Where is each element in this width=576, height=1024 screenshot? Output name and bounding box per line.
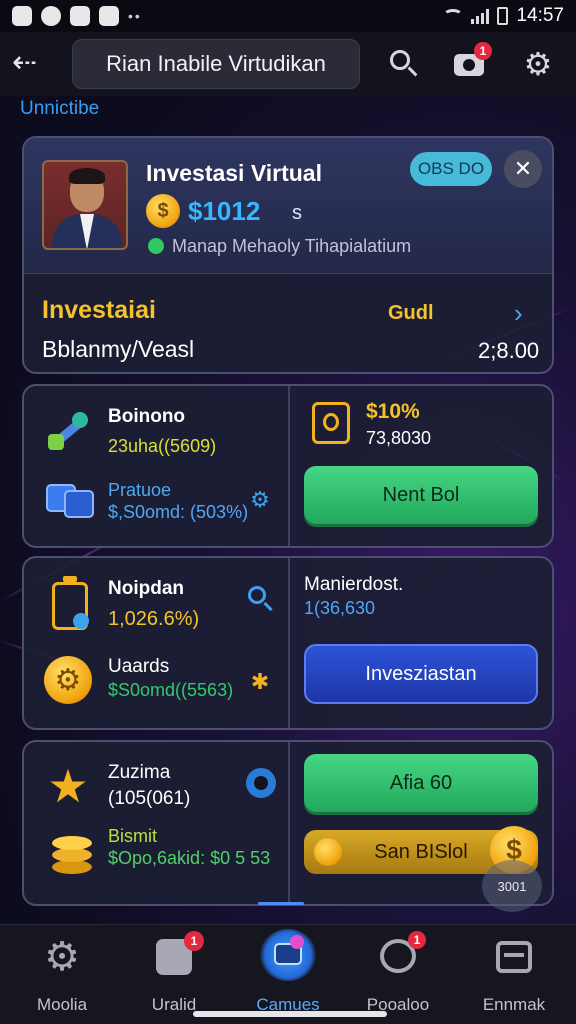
hero-line-left: Bblanmy/Veasl bbox=[42, 336, 195, 362]
row1-item1-label: Boinono bbox=[108, 406, 186, 427]
hero-header: Investasi Virtual $ $1012 s Manap Mehaol… bbox=[24, 138, 552, 274]
tools-icon bbox=[44, 408, 92, 454]
row2-item2-value: $S0omd((5563) bbox=[108, 680, 234, 700]
row2-item1-label: Noipdan bbox=[108, 578, 184, 599]
status-time: 14:57 bbox=[516, 5, 564, 26]
row1-right-value: 73,8030 bbox=[366, 428, 432, 448]
status-bar: •• 14:57 bbox=[0, 0, 576, 32]
hero-heading: Investaiai bbox=[42, 296, 156, 324]
row3-item1-label: Zuzima bbox=[108, 762, 171, 783]
nav-badge: 1 bbox=[408, 931, 426, 949]
coin-icon bbox=[314, 838, 342, 866]
hero-line-right: 2;8.00 bbox=[478, 338, 540, 363]
row1-item1-value: 23uha((5609) bbox=[108, 436, 217, 456]
row2-right-value: 1(36,630 bbox=[304, 598, 376, 618]
search-icon[interactable] bbox=[386, 46, 422, 82]
battery-charge-icon bbox=[52, 576, 89, 630]
search-small-icon[interactable] bbox=[246, 584, 274, 612]
row1-action-button[interactable]: Nent Bol bbox=[304, 466, 538, 524]
gear-nav-icon: ⚙ bbox=[44, 935, 80, 979]
camera-badge: 1 bbox=[474, 42, 492, 60]
settings-gear-icon[interactable]: ⚙ bbox=[520, 46, 556, 82]
stats-card-3: ★ Zuzima (105(061) Bismit $Opo,6akid: $0… bbox=[22, 740, 554, 912]
app-notification-icon bbox=[41, 6, 61, 26]
nav-label: Ennmak bbox=[482, 995, 546, 1014]
stats-card-1: Boinono 23uha((5609) Pratuoe $,S0omd: (5… bbox=[22, 384, 554, 548]
nav-item-uralid[interactable]: 1 Uralid bbox=[122, 931, 226, 1017]
nav-item-pooaloo[interactable]: 1 Pooaloo bbox=[346, 931, 450, 1017]
nav-badge: 1 bbox=[184, 931, 204, 951]
nav-item-camues[interactable]: Camues bbox=[236, 929, 340, 1017]
floating-action-button[interactable]: 3001 bbox=[482, 860, 542, 912]
row3-item2-label: Bismit bbox=[108, 826, 157, 846]
app-notification-icon bbox=[12, 6, 32, 26]
row3-item1-value: (105(061) bbox=[108, 788, 191, 809]
battery-icon bbox=[497, 7, 509, 25]
wifi-icon bbox=[443, 9, 464, 23]
row2-invest-button[interactable]: Invesziastan bbox=[304, 644, 538, 704]
edit-nav-icon: 1 bbox=[154, 931, 204, 977]
coin-stack-icon bbox=[50, 832, 94, 878]
settings-small-icon[interactable]: ⚙ bbox=[248, 488, 272, 512]
chevron-right-icon[interactable]: › bbox=[514, 298, 523, 329]
location-pin-icon[interactable] bbox=[246, 768, 276, 798]
online-status-icon bbox=[148, 238, 164, 254]
star-trophy-icon: ★ bbox=[47, 760, 89, 812]
gold-coin-icon: $ bbox=[146, 194, 180, 228]
page-indicator bbox=[258, 902, 304, 905]
row2-right-label: Manierdost. bbox=[304, 574, 404, 595]
investment-hero-card[interactable]: Investasi Virtual $ $1012 s Manap Mehaol… bbox=[22, 136, 554, 374]
row2-item2-label: Uaards bbox=[108, 656, 170, 677]
row3-item2-value: $Opo,6akid: $0 5 53 bbox=[108, 848, 271, 868]
bottom-navigation: ⚙ Moolia 1 Uralid Camues 1 Pooaloo Ennma… bbox=[0, 924, 576, 1024]
row2-item1-value: 1,026.6%) bbox=[108, 608, 200, 630]
hero-heading-right: Gudl bbox=[388, 302, 434, 324]
gear-wrench-icon: ⚙ bbox=[44, 656, 92, 704]
row3-gold-button-label: San BISlol bbox=[374, 840, 468, 863]
stats-card-2: Noipdan 1,026.6%) ⚙ Uaards $S0omd((5563)… bbox=[22, 556, 554, 730]
blue-boxes-icon bbox=[44, 480, 96, 520]
row1-item2-label: Pratuoe bbox=[108, 480, 172, 500]
close-icon[interactable]: ✕ bbox=[504, 150, 542, 188]
calendar-icon bbox=[312, 402, 350, 444]
hero-subtitle: Manap Mehaoly Tihapialatium bbox=[172, 236, 412, 256]
back-arrow-icon[interactable]: ⇠ bbox=[12, 48, 48, 80]
chat-nav-icon: 1 bbox=[378, 931, 426, 977]
home-indicator[interactable] bbox=[193, 1011, 387, 1017]
row3-action-button[interactable]: Afia 60 bbox=[304, 754, 538, 812]
status-pill[interactable]: OBS DO bbox=[410, 152, 492, 186]
hero-balance-suffix: s bbox=[292, 202, 302, 224]
row1-item2-value: $,S0omd: (503%) bbox=[108, 502, 249, 522]
signal-icon bbox=[471, 8, 490, 24]
section-label: Unnictibe bbox=[20, 98, 100, 119]
camera-icon[interactable]: 1 bbox=[452, 42, 492, 82]
nav-item-moolia[interactable]: ⚙ Moolia bbox=[10, 937, 114, 1017]
nav-label: Moolia bbox=[36, 995, 88, 1014]
games-nav-icon bbox=[260, 929, 316, 981]
profile-avatar[interactable] bbox=[42, 160, 128, 250]
hero-title: Investasi Virtual bbox=[146, 160, 322, 186]
more-notifications-dots: •• bbox=[128, 8, 142, 24]
top-app-bar: ⇠ Rian Inabile Virtudikan 1 ⚙ bbox=[0, 32, 576, 96]
hero-balance: $1012 bbox=[188, 196, 261, 226]
gear-small-icon[interactable]: ✱ bbox=[248, 670, 272, 694]
nav-item-ennmak[interactable]: Ennmak bbox=[462, 937, 566, 1017]
frame-nav-icon bbox=[494, 937, 534, 977]
row1-right-percent: $10% bbox=[366, 400, 420, 423]
app-title[interactable]: Rian Inabile Virtudikan bbox=[72, 39, 360, 89]
app-notification-icon bbox=[99, 6, 119, 26]
app-notification-icon bbox=[70, 6, 90, 26]
